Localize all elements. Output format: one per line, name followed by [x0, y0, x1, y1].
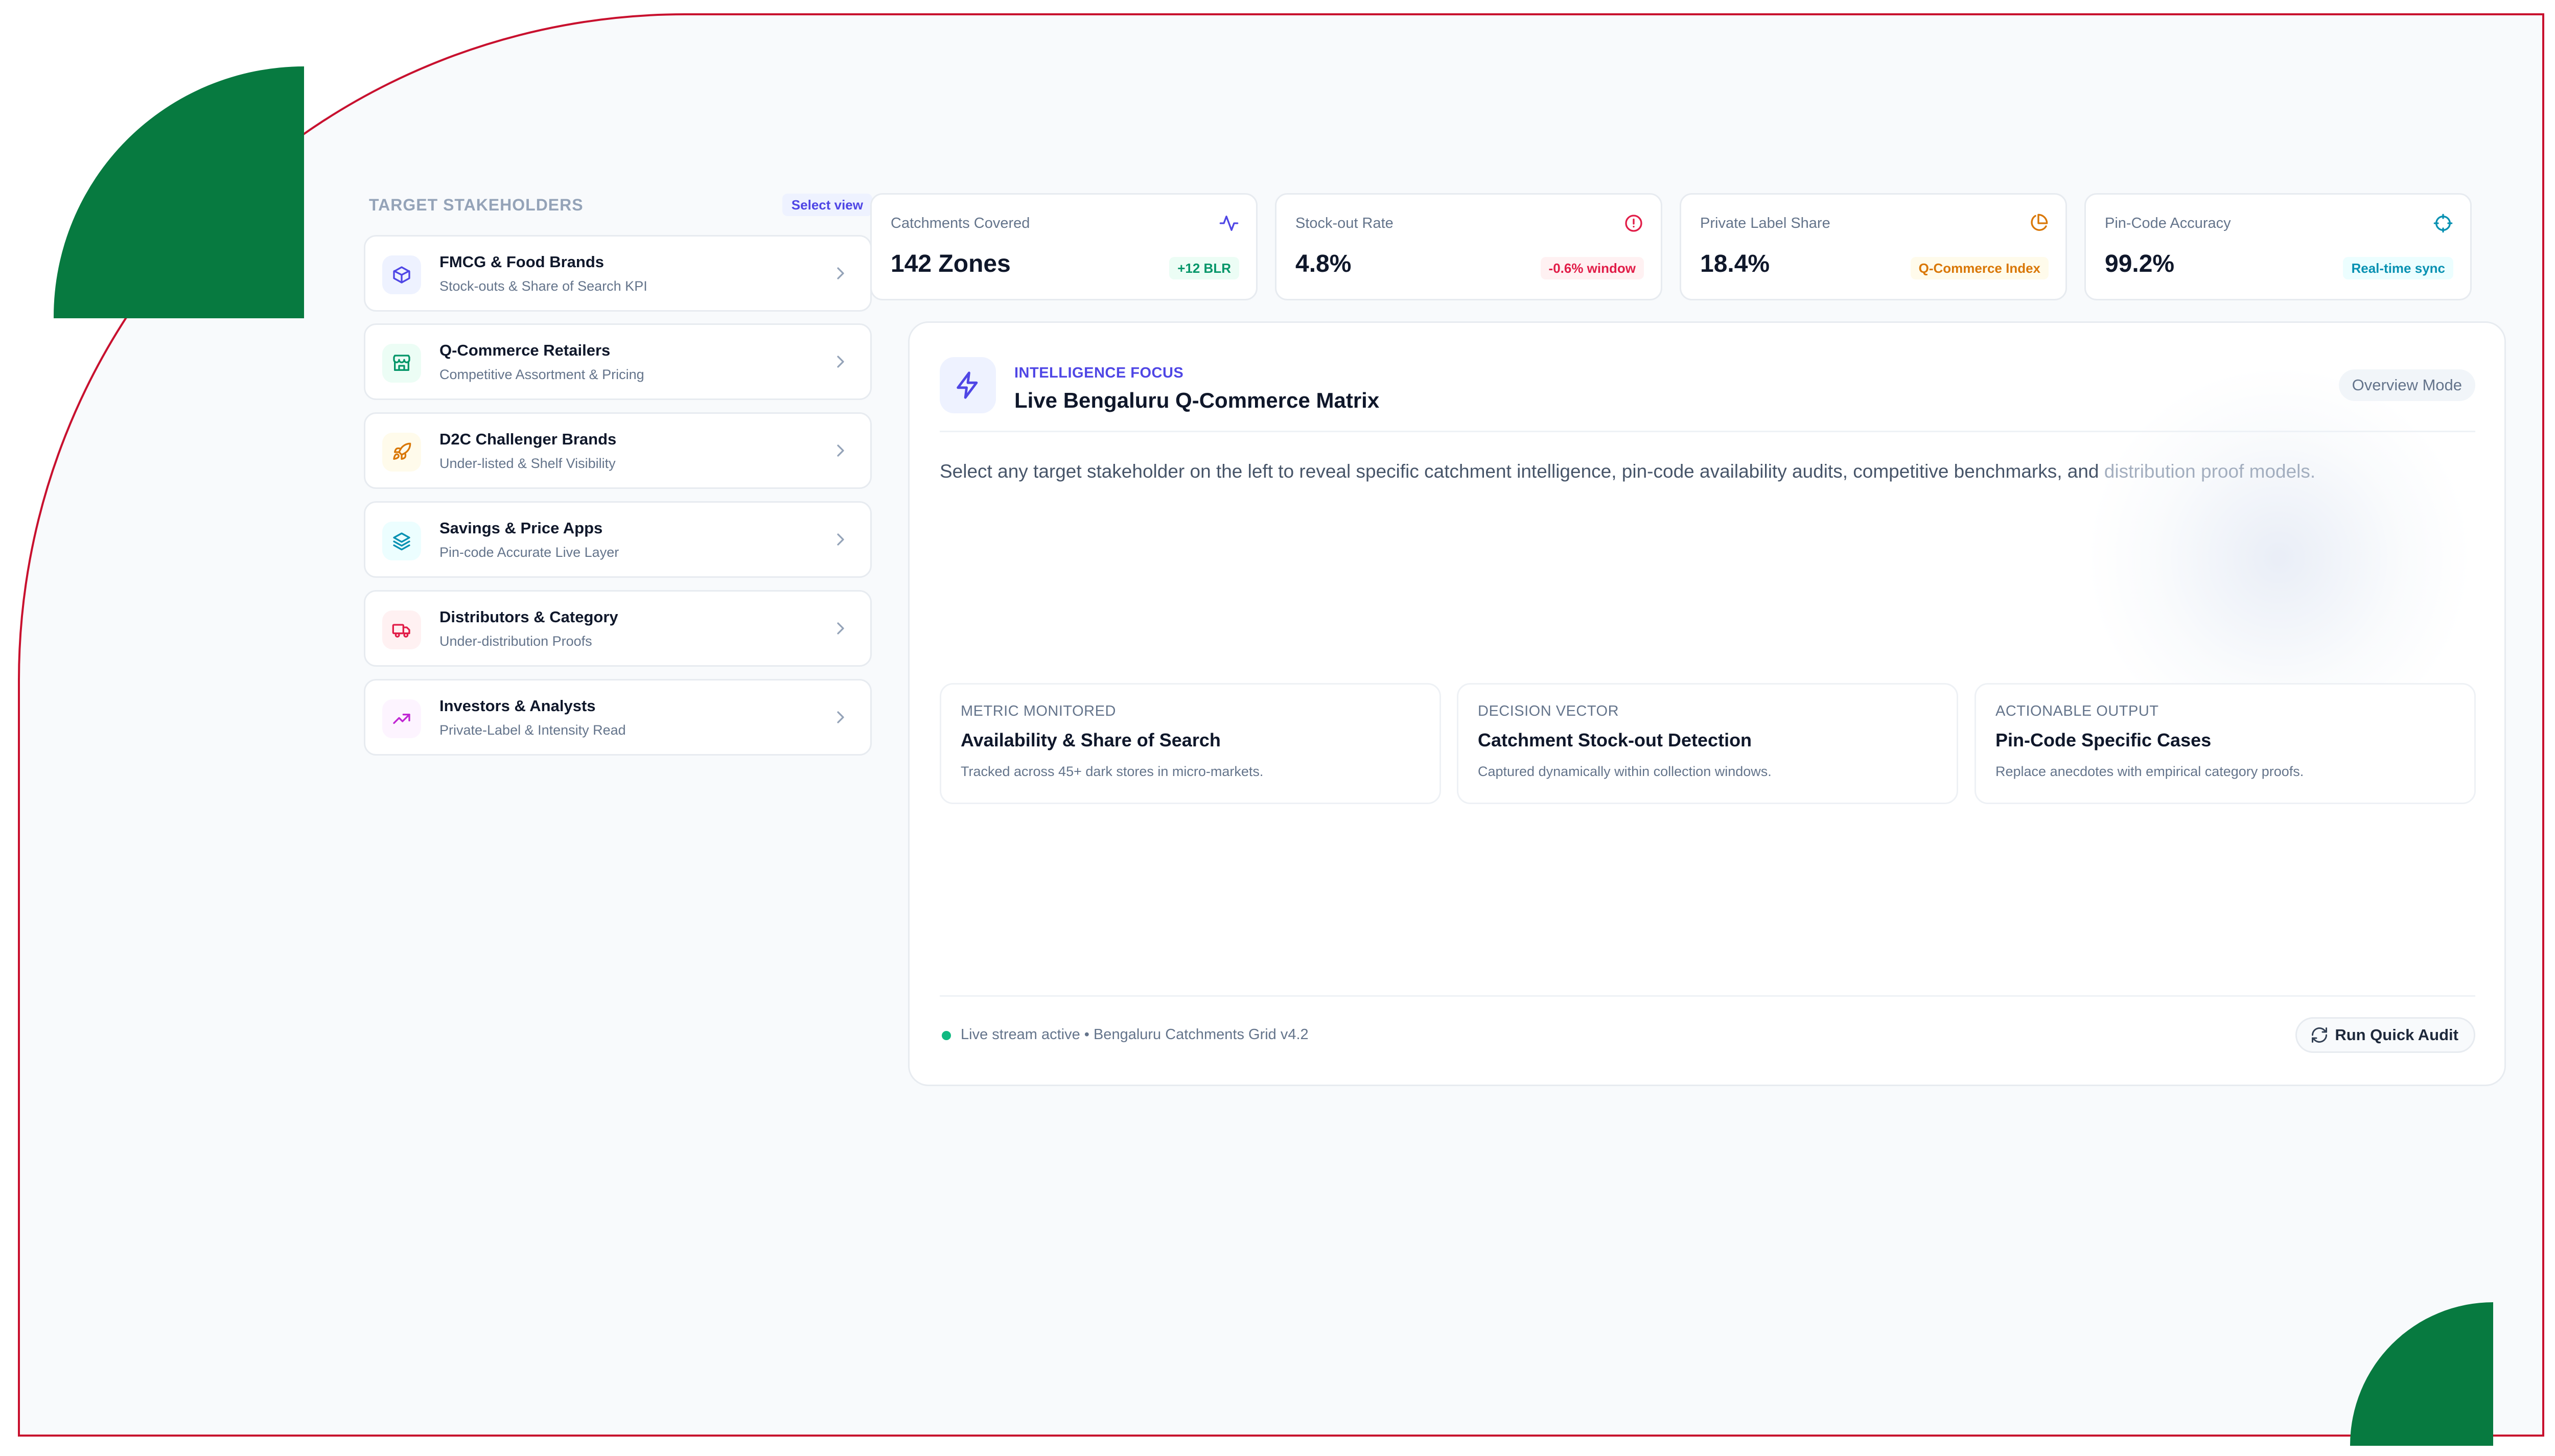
kpi-value: 142 Zones — [891, 250, 1011, 277]
kpi-badge: -0.6% window — [1540, 257, 1644, 279]
overview-mode-button[interactable]: Overview Mode — [2338, 369, 2475, 401]
focus-card-description: Tracked across 45+ dark stores in micro-… — [961, 764, 1264, 779]
run-quick-audit-label: Run Quick Audit — [2335, 1026, 2458, 1044]
focus-card-label: DECISION VECTOR — [1478, 703, 1619, 719]
stakeholder-name: Q-Commerce Retailers — [439, 341, 611, 359]
footer-divider — [940, 995, 2475, 997]
alert-circle-icon — [1623, 213, 1644, 233]
stakeholder-description: Stock-outs & Share of Search KPI — [439, 278, 647, 294]
chevron-right-icon — [830, 529, 851, 550]
stakeholder-name: D2C Challenger Brands — [439, 430, 617, 448]
stakeholder-item[interactable]: Investors & Analysts Private-Label & Inte… — [364, 679, 872, 756]
live-status-dot — [942, 1031, 951, 1040]
refresh-icon — [2312, 1027, 2328, 1043]
chevron-right-icon — [830, 618, 851, 639]
stakeholder-name: FMCG & Food Brands — [439, 253, 605, 271]
stakeholder-item[interactable]: Savings & Price Apps Pin-code Accurate Li… — [364, 501, 872, 578]
focus-card: METRIC MONITORED Availability & Share of … — [940, 683, 1441, 804]
live-status-text: Live stream active • Bengaluru Catchment… — [961, 1026, 1309, 1043]
kpi-card: Stock-out Rate 4.8% -0.6% window — [1275, 193, 1662, 300]
kpi-value: 4.8% — [1295, 250, 1352, 277]
stakeholder-item[interactable]: D2C Challenger Brands Under-listed & Shel… — [364, 412, 872, 489]
activity-icon — [1219, 213, 1239, 233]
stakeholder-item[interactable]: Q-Commerce Retailers Competitive Assortme… — [364, 323, 872, 400]
trending-up-icon — [382, 699, 421, 738]
kpi-value: 18.4% — [1700, 250, 1770, 277]
kpi-badge: Real-time sync — [2343, 257, 2453, 279]
chevron-right-icon — [830, 263, 851, 284]
kpi-label: Stock-out Rate — [1295, 215, 1393, 231]
chevron-right-icon — [830, 440, 851, 461]
kpi-label: Catchments Covered — [891, 215, 1030, 231]
kpi-value: 99.2% — [2105, 250, 2175, 277]
stakeholder-description: Private-Label & Intensity Read — [439, 722, 626, 738]
header-divider — [940, 431, 2475, 432]
stakeholder-description: Competitive Assortment & Pricing — [439, 367, 644, 382]
page-canvas: TARGET STAKEHOLDERS Select view FMCG & F… — [0, 0, 2555, 1456]
stakeholder-item[interactable]: Distributors & Category Under-distributio… — [364, 590, 872, 667]
focus-card: ACTIONABLE OUTPUT Pin-Code Specific Cases… — [1975, 683, 2476, 804]
kpi-card: Private Label Share 18.4% Q-Commerce Index — [1680, 193, 2067, 300]
rocket-icon — [382, 433, 421, 472]
description-text: Select any target stakeholder on the lef… — [940, 461, 2104, 482]
kpi-label: Pin-Code Accuracy — [2105, 215, 2231, 231]
pie-chart-icon — [2028, 213, 2049, 233]
focus-card-title: Pin-Code Specific Cases — [1995, 730, 2212, 750]
focus-card-title: Availability & Share of Search — [961, 730, 1221, 750]
stakeholder-name: Investors & Analysts — [439, 697, 596, 715]
kpi-badge: +12 BLR — [1169, 257, 1239, 279]
focus-card-description: Captured dynamically within collection w… — [1478, 764, 1772, 779]
focus-card-description: Replace anecdotes with empirical categor… — [1995, 764, 2304, 779]
stakeholder-name: Distributors & Category — [439, 608, 618, 626]
layers-icon — [382, 522, 421, 560]
focus-card-label: ACTIONABLE OUTPUT — [1995, 703, 2159, 719]
stakeholder-item[interactable]: FMCG & Food Brands Stock-outs & Share of … — [364, 235, 872, 312]
stakeholders-header: TARGET STAKEHOLDERS Select view — [369, 194, 872, 217]
focus-description: Select any target stakeholder on the lef… — [940, 461, 2315, 482]
chevron-right-icon — [830, 707, 851, 727]
focus-card: DECISION VECTOR Catchment Stock-out Detec… — [1457, 683, 1958, 804]
kpi-label: Private Label Share — [1700, 215, 1830, 231]
stakeholder-name: Savings & Price Apps — [439, 519, 603, 537]
focus-card-title: Catchment Stock-out Detection — [1478, 730, 1752, 750]
bolt-icon — [940, 357, 996, 413]
focus-card-label: METRIC MONITORED — [961, 703, 1116, 719]
focus-title: Live Bengaluru Q-Commerce Matrix — [1014, 388, 1380, 412]
description-faded-text: distribution proof models. — [2104, 461, 2316, 482]
truck-icon — [382, 610, 421, 649]
run-quick-audit-button[interactable]: Run Quick Audit — [2295, 1017, 2475, 1053]
kpi-card: Pin-Code Accuracy 99.2% Real-time sync — [2084, 193, 2472, 300]
select-view-button[interactable]: Select view — [782, 194, 872, 216]
store-icon — [382, 344, 421, 383]
kpi-card: Catchments Covered 142 Zones +12 BLR — [870, 193, 1258, 300]
stakeholder-description: Pin-code Accurate Live Layer — [439, 545, 619, 560]
stakeholders-title: TARGET STAKEHOLDERS — [369, 196, 584, 214]
decorative-green-shape-top — [54, 66, 304, 318]
chevron-right-icon — [830, 351, 851, 372]
stakeholder-description: Under-distribution Proofs — [439, 633, 592, 649]
focus-label: INTELLIGENCE FOCUS — [1014, 365, 1184, 381]
crosshair-icon — [2433, 213, 2453, 233]
box-icon — [382, 255, 421, 294]
content-panel: TARGET STAKEHOLDERS Select view FMCG & F… — [19, 15, 2543, 1436]
intelligence-panel: INTELLIGENCE FOCUS Live Bengaluru Q-Comm… — [908, 321, 2506, 1086]
kpi-badge: Q-Commerce Index — [1910, 257, 2049, 279]
stakeholder-description: Under-listed & Shelf Visibility — [439, 456, 616, 471]
